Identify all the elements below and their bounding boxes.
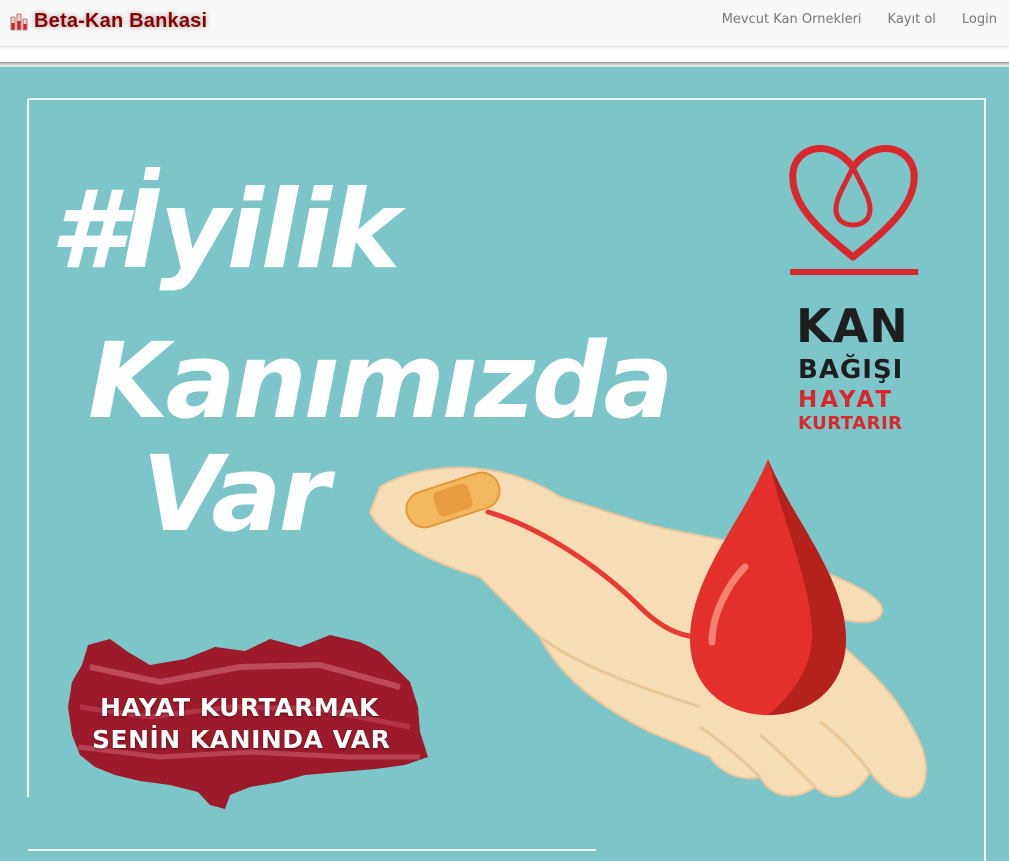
- headline-line-1: #İyilik: [50, 168, 401, 293]
- slogan-line-1: HAYAT KURTARMAK: [100, 693, 379, 722]
- nav-link-login[interactable]: Login: [962, 12, 997, 27]
- navbar: Beta-Kan Bankasi Mevcut Kan Ornekleri Ka…: [0, 0, 1009, 47]
- nav-link-blood-samples[interactable]: Mevcut Kan Ornekleri: [722, 12, 862, 27]
- blood-bags-icon: [10, 13, 28, 31]
- nav-link-register[interactable]: Kayıt ol: [888, 12, 936, 27]
- hero-banner: #İyilik Kanımızda Var KAN BAĞIŞI HAYAT K…: [0, 62, 1009, 861]
- nav-links: Mevcut Kan Ornekleri Kayıt ol Login: [696, 0, 997, 38]
- turkey-map-shape: [68, 635, 428, 809]
- hero-image: #İyilik Kanımızda Var KAN BAĞIŞI HAYAT K…: [0, 67, 1009, 861]
- blood-drop-icon: [690, 459, 846, 715]
- campaign-line-2: BAĞIŞI: [798, 355, 904, 385]
- heart-drop-icon: [789, 145, 918, 275]
- slogan-line-2: SENİN KANINDA VAR: [92, 725, 391, 754]
- headline-line-2: Kanımızda: [88, 320, 674, 442]
- campaign-line-3: HAYAT: [798, 387, 895, 413]
- campaign-line-4: KURTARIR: [798, 413, 903, 434]
- campaign-line-1: KAN: [796, 299, 909, 353]
- brand-title: Beta-Kan Bankasi: [34, 9, 208, 32]
- headline-line-3: Var: [142, 433, 330, 555]
- brand[interactable]: Beta-Kan Bankasi: [8, 6, 207, 36]
